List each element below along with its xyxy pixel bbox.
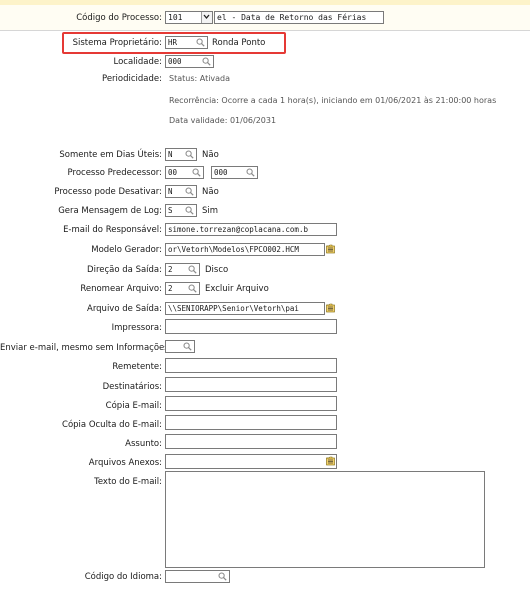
predecessor-lookup-button-1[interactable] <box>190 166 204 179</box>
magnifier-icon <box>192 168 201 177</box>
impressora-label: Impressora: <box>111 323 162 333</box>
assunto-label: Assunto: <box>125 439 162 449</box>
modelo-gerador-input[interactable]: or\Vetorh\Modelos\FPCO002.HCM <box>165 243 325 256</box>
sistema-proprietario-desc: Ronda Ponto <box>212 38 266 48</box>
codigo-processo-dropdown[interactable] <box>201 12 212 23</box>
codigo-idioma-lookup-button[interactable] <box>216 570 230 583</box>
arquivo-saida-label: Arquivo de Saída: <box>87 304 162 314</box>
direcao-saida-label: Direção da Saída: <box>87 265 162 275</box>
magnifier-icon <box>246 168 255 177</box>
codigo-processo-desc: el - Data de Retorno das Férias <box>214 11 384 24</box>
process-header: Código do Processo: 101 el - Data de Ret… <box>0 5 530 31</box>
arquivo-saida-input[interactable]: \\SENIORAPP\Senior\Vetorh\pai <box>165 302 325 315</box>
predecessor-lookup-button-2[interactable] <box>244 166 258 179</box>
localidade-label: Localidade: <box>113 57 163 67</box>
desativar-input[interactable]: N <box>165 185 184 198</box>
direcao-saida-input[interactable]: 2 <box>165 263 187 276</box>
renomear-arquivo-label: Renomear Arquivo: <box>80 284 162 294</box>
predecessor-input-1[interactable]: 00 <box>165 166 191 179</box>
predecessor-label: Processo Predecessor: <box>67 168 162 178</box>
log-lookup-button[interactable] <box>183 204 197 217</box>
magnifier-icon <box>188 284 197 293</box>
sistema-proprietario-input[interactable]: HR <box>165 36 195 49</box>
desativar-label: Processo pode Desativar: <box>54 187 162 197</box>
email-responsavel-label: E-mail do Responsável: <box>63 225 162 235</box>
email-responsavel-input[interactable]: simone.torrezan@coplacana.com.b <box>165 223 337 236</box>
remetente-input[interactable] <box>165 358 337 373</box>
periodicidade-recorrencia: Recorrência: Ocorre a cada 1 hora(s), in… <box>169 96 497 105</box>
chevron-down-icon <box>203 14 210 20</box>
desativar-desc: Não <box>202 187 219 197</box>
log-input[interactable]: S <box>165 204 184 217</box>
magnifier-icon <box>185 150 194 159</box>
impressora-input[interactable] <box>165 319 337 334</box>
enviar-email-label: Enviar e-mail, mesmo sem Informações: <box>0 343 172 353</box>
magnifier-icon <box>202 57 211 66</box>
modelo-gerador-label: Modelo Gerador: <box>91 245 162 255</box>
codigo-processo-label: Código do Processo: <box>76 13 162 23</box>
magnifier-icon <box>185 187 194 196</box>
dias-uteis-desc: Não <box>202 150 219 160</box>
periodicidade-validade: Data validade: 01/06/2031 <box>169 116 277 125</box>
log-desc: Sim <box>202 206 219 216</box>
magnifier-icon <box>185 206 194 215</box>
localidade-lookup-button[interactable] <box>200 55 214 68</box>
log-label: Gera Mensagem de Log: <box>58 206 162 216</box>
periodicidade-label: Periodicidade: <box>102 74 162 84</box>
codigo-idioma-input[interactable] <box>165 570 217 583</box>
copia-email-input[interactable] <box>165 396 337 411</box>
predecessor-input-2[interactable]: 000 <box>211 166 245 179</box>
enviar-email-input[interactable] <box>165 340 182 353</box>
sistema-lookup-button[interactable] <box>194 36 208 49</box>
assunto-input[interactable] <box>165 434 337 449</box>
folder-open-icon[interactable] <box>326 456 336 466</box>
magnifier-icon <box>196 38 205 47</box>
copia-oculta-input[interactable] <box>165 415 337 430</box>
destinatarios-label: Destinatários: <box>102 382 162 392</box>
magnifier-icon <box>183 342 192 351</box>
remetente-label: Remetente: <box>112 362 162 372</box>
direcao-saida-desc: Disco <box>205 265 229 275</box>
folder-open-icon[interactable] <box>326 303 336 313</box>
sistema-proprietario-label: Sistema Proprietário: <box>72 38 162 48</box>
renomear-arquivo-input[interactable]: 2 <box>165 282 187 295</box>
magnifier-icon <box>188 265 197 274</box>
dias-uteis-input[interactable]: N <box>165 148 184 161</box>
arquivos-anexos-input[interactable] <box>165 454 337 469</box>
periodicidade-status: Status: Ativada <box>169 74 231 83</box>
desativar-lookup-button[interactable] <box>183 185 197 198</box>
localidade-input[interactable]: 000 <box>165 55 201 68</box>
copia-oculta-label: Cópia Oculta do E-mail: <box>62 420 162 430</box>
texto-email-textarea[interactable] <box>165 471 485 568</box>
renomear-arquivo-desc: Excluir Arquivo <box>205 284 269 294</box>
arquivos-anexos-label: Arquivos Anexos: <box>88 458 162 468</box>
folder-open-icon[interactable] <box>326 244 336 254</box>
enviar-email-lookup-button[interactable] <box>181 340 195 353</box>
renomear-lookup-button[interactable] <box>186 282 200 295</box>
texto-email-label: Texto do E-mail: <box>94 477 162 487</box>
copia-email-label: Cópia E-mail: <box>105 401 162 411</box>
dias-uteis-lookup-button[interactable] <box>183 148 197 161</box>
codigo-idioma-label: Código do Idioma: <box>84 572 162 582</box>
magnifier-icon <box>218 572 227 581</box>
dias-uteis-label: Somente em Dias Úteis: <box>59 150 162 160</box>
direcao-lookup-button[interactable] <box>186 263 200 276</box>
destinatarios-input[interactable] <box>165 377 337 392</box>
